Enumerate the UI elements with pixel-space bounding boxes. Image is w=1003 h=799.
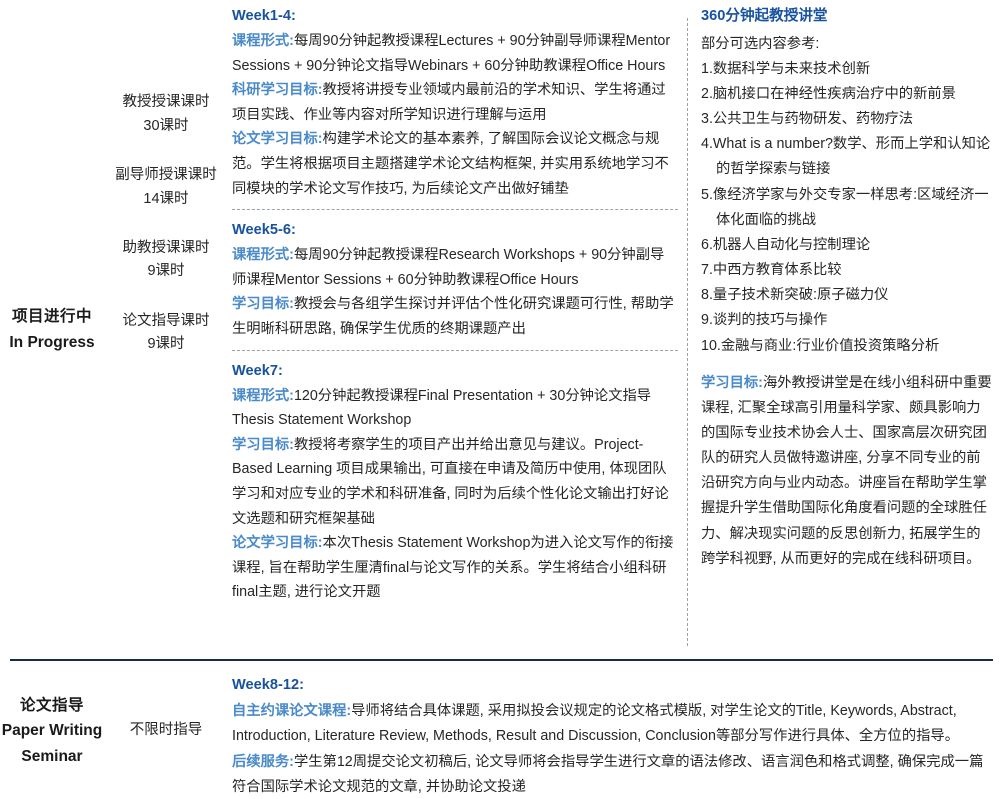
hours-item: 教授授课课时 30课时 (123, 91, 210, 138)
schedule-entry: 学习目标:教授会与各组学生探讨并评估个性化研究课题可行性, 帮助学生明晰科研思路… (232, 292, 678, 341)
schedule-block-week1-4: Week1-4: 课程形式:每周90分钟起教授课程Lectures + 90分钟… (232, 4, 678, 201)
week-heading: Week8-12: (232, 677, 304, 693)
schedule-entry: 课程形式:每周90分钟起教授课程Research Workshops + 90分… (232, 243, 678, 292)
list-item: 10.金融与商业:行业价值投资策略分析 (701, 337, 940, 354)
hours-item-name: 教授授课课时 (122, 94, 210, 111)
entry-label: 学习目标: (232, 436, 294, 453)
list-item: 1.数据科学与未来技术创新 (701, 60, 871, 77)
stage-label-cn: 项目进行中 (11, 308, 92, 326)
hours-note: 不限时指导 (129, 722, 203, 739)
hours-item-value: 14课时 (143, 190, 189, 207)
lecture-series-intro: 部分可选内容参考: (701, 35, 820, 52)
table-row: 项目进行中 In Progress 教授授课课时 30课时 副导师授课课时 14… (0, 0, 1003, 660)
schedule-entry: 自主约课论文课程:导师将结合具体课题, 采用拟投会议规定的论文格式模版, 对学生… (232, 699, 997, 750)
entry-text: 每周90分钟起教授课程Lectures + 90分钟副导师课程Mentor Se… (232, 33, 671, 74)
schedule-block-week5-6: Week5-6: 课程形式:每周90分钟起教授课程Research Worksh… (232, 218, 678, 341)
entry-text: 120分钟起教授课程Final Presentation + 30分钟论文指导T… (232, 387, 652, 429)
week-heading: Week5-6: (232, 222, 296, 239)
hours-item-value: 9课时 (147, 336, 185, 353)
entry-label: 课程形式: (232, 247, 294, 264)
schedule-entry: 论文学习目标:本次Thesis Statement Workshop为进入论文写… (232, 531, 678, 605)
entry-label: 自主约课论文课程: (232, 702, 352, 719)
schedule-entry: 科研学习目标:教授将讲授专业领域内最前沿的学术知识、学生将通过项目实践、作业等内… (232, 78, 678, 127)
hours-item: 副导师授课课时 14课时 (115, 164, 217, 211)
hours-item-value: 30课时 (143, 117, 189, 134)
schedule-entry: 课程形式:120分钟起教授课程Final Presentation + 30分钟… (232, 384, 678, 433)
schedule-block-week8-12: Week8-12: 自主约课论文课程:导师将结合具体课题, 采用拟投会议规定的论… (232, 673, 997, 799)
stage-label-cn: 论文指导 (19, 696, 84, 714)
list-item: 5.像经济学家与外交专家一样思考:区域经济一体化面临的挑战 (701, 186, 989, 228)
hours-item: 不限时指导 (130, 719, 203, 742)
schedule-main-column: Week1-4: 课程形式:每周90分钟起教授课程Lectures + 90分钟… (232, 4, 678, 654)
schedule-entry: 学习目标:教授将考察学生的项目产出并给出意见与建议。Project-Based … (232, 433, 678, 531)
list-item: 3.公共卫生与药物研发、药物疗法 (701, 111, 914, 128)
curriculum-table: 项目进行中 In Progress 教授授课课时 30课时 副导师授课课时 14… (0, 0, 1003, 799)
schedule-entry: 课程形式:每周90分钟起教授课程Lectures + 90分钟副导师课程Ment… (232, 29, 678, 78)
entry-text: 每周90分钟起教授课程Research Workshops + 90分钟副导师课… (232, 247, 665, 288)
entry-label: 论文学习目标: (232, 131, 323, 148)
hours-item: 论文指导课时 9课时 (123, 310, 210, 357)
schedule-entry: 论文学习目标:构建学术论文的基本素养, 了解国际会议论文概念与规范。学生将根据项… (232, 127, 678, 201)
schedule-entry: 后续服务:学生第12周提交论文初稿后, 论文导师将会指导学生进行文章的语法修改、… (232, 750, 997, 799)
lecture-series-heading: 360分钟起教授讲堂 (701, 8, 828, 24)
lecture-series-goal: 学习目标:海外教授讲堂是在线小组科研中重要课程, 汇聚全球高引用量科学家、颇具影… (701, 371, 993, 572)
hours-item-name: 副导师授课课时 (115, 167, 217, 184)
week-heading: Week7: (232, 362, 283, 379)
stage-label-en: In Progress (9, 334, 95, 351)
list-item: 9.谈判的技巧与操作 (701, 312, 828, 329)
entry-label: 论文学习目标: (232, 535, 323, 552)
column-divider (687, 18, 688, 646)
entry-label: 课程形式: (232, 33, 294, 50)
entry-label: 学习目标: (701, 374, 763, 391)
schedule-block-week7: Week7: 课程形式:120分钟起教授课程Final Presentation… (232, 359, 678, 605)
block-divider (232, 349, 678, 351)
entry-text: 海外教授讲堂是在线小组科研中重要课程, 汇聚全球高引用量科学家、颇具影响力的国际… (701, 374, 992, 567)
entry-text: 教授会与各组学生探讨并评估个性化研究课题可行性, 帮助学生明晰科研思路, 确保学… (232, 296, 674, 337)
lecture-series-column: 360分钟起教授讲堂 部分可选内容参考: 1.数据科学与未来技术创新 2.脑机接… (701, 4, 993, 654)
hours-column: 教授授课课时 30课时 副导师授课课时 14课时 助教授课课时 9课时 论文指导… (104, 0, 228, 660)
entry-text: 教授将考察学生的项目产出并给出意见与建议。Project-Based Learn… (232, 436, 669, 527)
list-item: 4.What is a number?数学、形而上学和认知论的哲学探索与链接 (701, 136, 991, 178)
entry-label: 后续服务: (232, 753, 294, 770)
hours-item-value: 9课时 (147, 263, 185, 280)
list-item: 7.中西方教育体系比较 (701, 262, 842, 279)
entry-label: 科研学习目标: (232, 82, 323, 99)
list-item: 2.脑机接口在神经性疾病治疗中的新前景 (701, 85, 956, 102)
hours-column: 不限时指导 (104, 672, 228, 790)
stage-label-in-progress: 项目进行中 In Progress (0, 0, 104, 660)
stage-label-en-line1: Paper Writing (1, 722, 103, 740)
list-item: 8.量子技术新突破:原子磁力仪 (701, 287, 889, 304)
entry-text: 学生第12周提交论文初稿后, 论文导师将会指导学生进行文章的语法修改、语言润色和… (232, 753, 984, 796)
hours-item: 助教授课课时 9课时 (123, 237, 210, 284)
table-row: 论文指导 Paper Writing Seminar 不限时指导 Week8-1… (0, 672, 1003, 799)
entry-label: 学习目标: (232, 296, 294, 313)
hours-item-name: 论文指导课时 (122, 312, 210, 329)
week-heading: Week1-4: (232, 8, 296, 24)
stage-label-en-line2: Seminar (21, 747, 83, 765)
entry-label: 课程形式: (232, 387, 294, 404)
list-item: 6.机器人自动化与控制理论 (701, 236, 871, 253)
block-divider (232, 209, 678, 211)
row-divider (10, 659, 993, 661)
stage-label-paper-writing: 论文指导 Paper Writing Seminar (0, 672, 104, 790)
hours-item-name: 助教授课课时 (122, 240, 210, 256)
